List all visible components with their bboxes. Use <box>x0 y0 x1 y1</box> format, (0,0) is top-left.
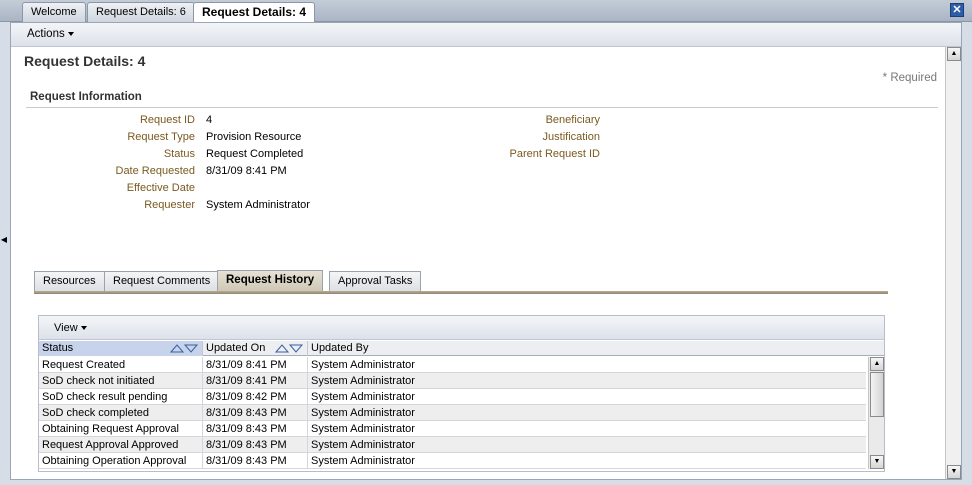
cell-updated-by: System Administrator <box>311 455 415 467</box>
table-scrollbar[interactable]: ▲ ▼ <box>868 357 884 469</box>
cell-updated-on: 8/31/09 8:41 PM <box>203 357 308 373</box>
actions-label: Actions <box>27 28 65 40</box>
table-row[interactable]: SoD check completed 8/31/09 8:43 PM Syst… <box>39 405 866 421</box>
tab-underline <box>34 291 888 294</box>
scroll-thumb[interactable] <box>870 372 884 417</box>
cell-updated-on: 8/31/09 8:41 PM <box>203 373 308 389</box>
page-scrollbar[interactable]: ▲ ▼ <box>945 47 961 479</box>
cell-status: Obtaining Request Approval <box>39 421 203 437</box>
scroll-down-icon[interactable]: ▼ <box>947 465 961 479</box>
chevron-down-icon <box>67 31 74 36</box>
table-row[interactable]: Request Created 8/31/09 8:41 PM System A… <box>39 357 866 373</box>
history-table-panel: View Status Updated On Updated By Reques… <box>38 315 885 472</box>
cell-updated-by: System Administrator <box>311 407 415 419</box>
label-beneficiary: Beneficiary <box>545 114 600 126</box>
doc-tab-request-4[interactable]: Request Details: 4 <box>193 2 316 23</box>
label-effective-date: Effective Date <box>126 182 195 194</box>
value-request-id: 4 <box>206 114 213 126</box>
scroll-down-icon[interactable]: ▼ <box>870 455 884 469</box>
scroll-up-icon[interactable]: ▲ <box>947 47 961 61</box>
chevron-down-icon <box>80 326 87 331</box>
column-updated-by-label: Updated By <box>311 342 369 354</box>
cell-status: SoD check completed <box>39 405 203 421</box>
cell-updated-on: 8/31/09 8:43 PM <box>203 405 308 421</box>
table-row[interactable]: SoD check not initiated 8/31/09 8:41 PM … <box>39 373 866 389</box>
label-request-type: Request Type <box>127 131 195 143</box>
tab-request-history[interactable]: Request History <box>217 270 324 291</box>
section-title: Request Information <box>30 91 142 103</box>
value-date-requested: 8/31/09 8:41 PM <box>206 165 287 177</box>
section-divider <box>26 107 938 108</box>
cell-status: Request Created <box>39 357 203 373</box>
table-row[interactable]: Request Approval Approved 8/31/09 8:43 P… <box>39 437 866 453</box>
actions-menu-button[interactable]: Actions <box>27 28 74 40</box>
column-header-status[interactable]: Status <box>39 341 203 356</box>
actions-toolbar: Actions <box>11 23 961 47</box>
value-requester: System Administrator <box>206 199 310 211</box>
tab-resources[interactable]: Resources <box>34 271 105 291</box>
cell-status: SoD check not initiated <box>39 373 203 389</box>
label-status: Status <box>163 148 195 160</box>
tab-approval-tasks[interactable]: Approval Tasks <box>329 271 422 291</box>
label-request-id: Request ID <box>139 114 195 126</box>
close-tab-icon[interactable]: ✕ <box>950 3 964 17</box>
collapse-left-icon[interactable]: ◀ <box>0 230 8 250</box>
column-status-label: Status <box>42 342 74 354</box>
cell-updated-by: System Administrator <box>311 375 415 387</box>
cell-status: Request Approval Approved <box>39 437 203 453</box>
cell-updated-on: 8/31/09 8:42 PM <box>203 389 308 405</box>
table-row[interactable]: Obtaining Operation Approval 8/31/09 8:4… <box>39 453 866 469</box>
table-row[interactable]: SoD check result pending 8/31/09 8:42 PM… <box>39 389 866 405</box>
cell-status: Obtaining Operation Approval <box>39 453 203 469</box>
cell-updated-on: 8/31/09 8:43 PM <box>203 437 308 453</box>
view-label: View <box>54 322 78 334</box>
doc-tab-request-6[interactable]: Request Details: 6 <box>87 2 195 22</box>
cell-updated-by: System Administrator <box>311 359 415 371</box>
table-header: Status Updated On Updated By <box>39 341 884 356</box>
page-title: Request Details: 4 <box>24 53 146 69</box>
label-justification: Justification <box>542 131 600 143</box>
cell-updated-on: 8/31/09 8:43 PM <box>203 453 308 469</box>
value-status: Request Completed <box>206 148 304 160</box>
detail-tab-bar: Resources Request Comments Request Histo… <box>34 269 888 291</box>
cell-updated-on: 8/31/09 8:43 PM <box>203 421 308 437</box>
label-date-requested: Date Requested <box>115 165 196 177</box>
required-note: * Required <box>882 72 937 84</box>
sort-arrows-icon[interactable] <box>170 343 198 353</box>
cell-updated-by: System Administrator <box>311 439 415 451</box>
table-toolbar: View <box>39 316 884 340</box>
main-panel: Actions Request Details: 4 * Required Re… <box>10 22 962 480</box>
cell-updated-by: System Administrator <box>311 423 415 435</box>
view-menu-button[interactable]: View <box>54 322 87 334</box>
cell-updated-by: System Administrator <box>311 391 415 403</box>
column-header-updated-on[interactable]: Updated On <box>203 341 308 356</box>
table-row[interactable]: Obtaining Request Approval 8/31/09 8:43 … <box>39 421 866 437</box>
column-updated-on-label: Updated On <box>206 342 266 354</box>
column-header-updated-by[interactable]: Updated By <box>308 341 866 356</box>
sort-arrows-icon[interactable] <box>275 343 303 353</box>
value-request-type: Provision Resource <box>206 131 302 143</box>
cell-status: SoD check result pending <box>39 389 203 405</box>
doc-tab-welcome[interactable]: Welcome <box>22 2 86 22</box>
document-tab-bar: Welcome Request Details: 6 Request Detai… <box>0 0 972 23</box>
label-requester: Requester <box>144 199 195 211</box>
label-parent-request-id: Parent Request ID <box>509 148 601 160</box>
tab-request-comments[interactable]: Request Comments <box>104 271 220 291</box>
scroll-up-icon[interactable]: ▲ <box>870 357 884 371</box>
